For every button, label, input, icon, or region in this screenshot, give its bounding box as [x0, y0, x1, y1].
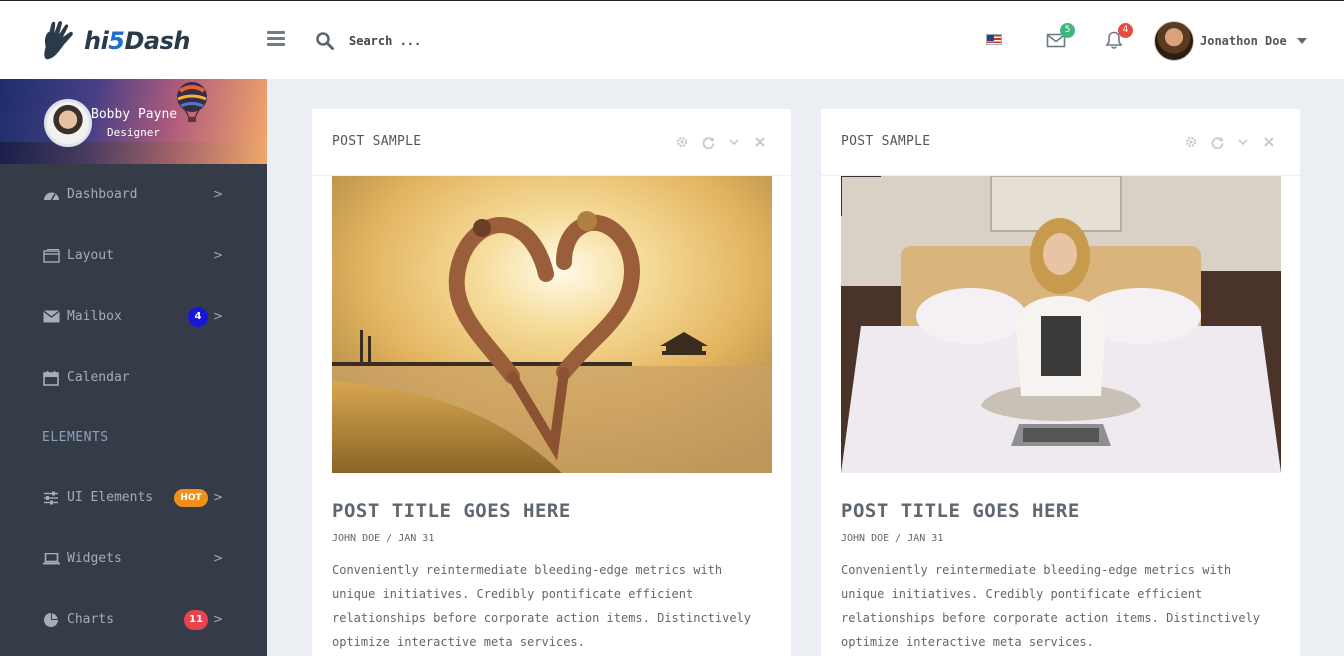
- sidebar-item-label: Layout: [67, 248, 114, 263]
- envelope-icon: [42, 309, 60, 325]
- profile-name: Bobby Payne: [91, 107, 178, 122]
- chevron-right-icon: >: [213, 490, 224, 504]
- top-header: hi5Dash 5 4 Jonathon Doe: [0, 0, 1344, 79]
- sidebar-item-dashboard[interactable]: Dashboard >: [0, 164, 267, 225]
- mail-button[interactable]: 5: [1046, 23, 1075, 52]
- sidebar-elements-nav: UI Elements HOT > Widgets > Charts 11 >: [0, 467, 267, 650]
- sidebar-item-label: Charts: [67, 612, 114, 627]
- heart-jump-beach-photo: [332, 176, 772, 473]
- card-header: POST SAMPLE: [821, 109, 1300, 176]
- sidebar-profile: Bobby Payne Designer: [0, 79, 267, 164]
- pie-chart-icon: [42, 612, 60, 628]
- sidebar-section-elements: ELEMENTS: [42, 430, 109, 445]
- sidebar: Bobby Payne Designer Dashboard > Layout …: [0, 79, 267, 656]
- hot-air-balloon-icon: [177, 82, 207, 122]
- charts-count-badge: 11: [184, 610, 208, 630]
- brand-name: hi5Dash: [83, 27, 191, 55]
- post-card: POST SAMPLE POST TITLE GOES HERE JOHN DO…: [821, 109, 1300, 656]
- sidebar-nav: Dashboard > Layout > Mailbox 4 > Calenda…: [0, 164, 267, 408]
- hot-badge: HOT: [174, 489, 208, 507]
- mail-count-badge: 5: [1060, 23, 1075, 38]
- card-title: POST SAMPLE: [332, 134, 422, 149]
- gear-icon[interactable]: [675, 135, 689, 149]
- search-icon[interactable]: [316, 32, 334, 50]
- post-meta: JOHN DOE / JAN 31: [841, 533, 944, 544]
- gear-icon[interactable]: [1184, 135, 1198, 149]
- chevron-right-icon: >: [213, 612, 224, 626]
- notification-count-badge: 4: [1118, 23, 1133, 38]
- sidebar-item-label: UI Elements: [67, 490, 154, 505]
- post-card: POST SAMPLE POST TITLE GOES HERE JOHN DO…: [312, 109, 791, 656]
- user-name: Jonathon Doe: [1200, 34, 1287, 48]
- post-meta: JOHN DOE / JAN 31: [332, 533, 435, 544]
- hand-logo-icon: [44, 21, 73, 60]
- brand-logo[interactable]: hi5Dash: [40, 17, 190, 65]
- post-title[interactable]: POST TITLE GOES HERE: [841, 500, 1080, 522]
- close-icon[interactable]: [1262, 135, 1276, 149]
- profile-avatar[interactable]: [44, 99, 92, 147]
- post-title[interactable]: POST TITLE GOES HERE: [332, 500, 571, 522]
- sidebar-item-ui-elements[interactable]: UI Elements HOT >: [0, 467, 267, 528]
- sidebar-item-label: Mailbox: [67, 309, 122, 324]
- card-header: POST SAMPLE: [312, 109, 791, 176]
- notifications-button[interactable]: 4: [1104, 23, 1133, 52]
- sidebar-item-label: Dashboard: [67, 187, 138, 202]
- profile-role: Designer: [107, 126, 160, 139]
- mailbox-count-badge: 4: [188, 307, 208, 327]
- chevron-right-icon: >: [213, 309, 224, 323]
- caret-down-icon: [1296, 38, 1307, 44]
- sidebar-item-layout[interactable]: Layout >: [0, 225, 267, 286]
- sidebar-item-label: Calendar: [67, 370, 130, 385]
- sliders-icon: [42, 490, 60, 506]
- post-excerpt: Conveniently reintermediate bleeding-edg…: [841, 563, 1261, 649]
- refresh-icon[interactable]: [1210, 135, 1224, 149]
- user-avatar: [1154, 21, 1194, 61]
- search-input[interactable]: [349, 29, 569, 53]
- chevron-down-icon[interactable]: [1236, 135, 1250, 149]
- sidebar-item-calendar[interactable]: Calendar: [0, 347, 267, 408]
- chevron-right-icon: >: [213, 551, 224, 565]
- card-tools: [675, 135, 767, 149]
- sidebar-item-label: Widgets: [67, 551, 122, 566]
- chevron-down-icon[interactable]: [727, 135, 741, 149]
- post-excerpt: Conveniently reintermediate bleeding-edg…: [332, 563, 752, 649]
- woman-laptop-bed-photo: [841, 176, 1281, 473]
- chevron-right-icon: >: [213, 187, 224, 201]
- dashboard-icon: [42, 187, 60, 203]
- us-flag-icon[interactable]: [986, 34, 1002, 45]
- sidebar-item-mailbox[interactable]: Mailbox 4 >: [0, 286, 267, 347]
- card-tools: [1184, 135, 1276, 149]
- sidebar-item-charts[interactable]: Charts 11 >: [0, 589, 267, 650]
- refresh-icon[interactable]: [701, 135, 715, 149]
- card-title: POST SAMPLE: [841, 134, 931, 149]
- layout-icon: [42, 248, 60, 264]
- sidebar-item-widgets[interactable]: Widgets >: [0, 528, 267, 589]
- calendar-icon: [42, 370, 60, 386]
- user-menu[interactable]: Jonathon Doe: [1154, 21, 1307, 61]
- close-icon[interactable]: [753, 135, 767, 149]
- hamburger-menu-icon[interactable]: [267, 31, 285, 47]
- chevron-right-icon: >: [213, 248, 224, 262]
- laptop-icon: [42, 551, 60, 567]
